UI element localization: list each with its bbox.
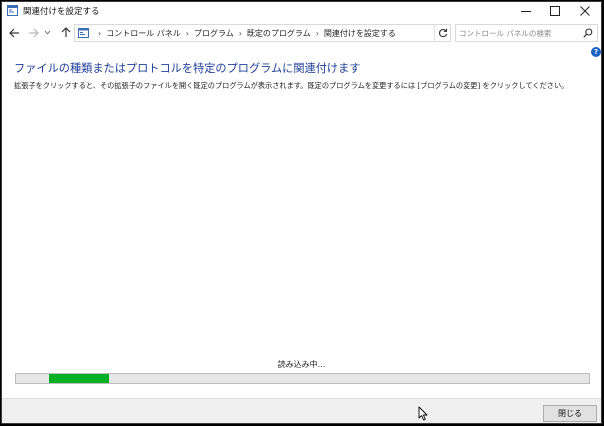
- window-title: 関連付けを設定する: [23, 7, 100, 17]
- recent-locations-button[interactable]: [43, 25, 52, 40]
- search-box[interactable]: [455, 24, 598, 42]
- loading-progress-bar: [15, 373, 590, 384]
- chevron-down-icon: [44, 30, 51, 35]
- progress-fill: [49, 374, 109, 383]
- footer-bar: 閉じる: [2, 398, 601, 423]
- navigation-bar: › コントロール パネル › プログラム › 既定のプログラム › 関連付けを設…: [2, 23, 601, 43]
- breadcrumb-item-control-panel[interactable]: コントロール パネル: [106, 28, 181, 39]
- breadcrumb-separator-icon: ›: [238, 28, 242, 38]
- title-bar[interactable]: 関連付けを設定する: [2, 2, 601, 20]
- breadcrumb-item-default-programs[interactable]: 既定のプログラム: [247, 28, 311, 39]
- minimize-icon: [521, 11, 531, 12]
- maximize-icon: [550, 6, 560, 16]
- breadcrumb-separator-icon: ›: [185, 28, 189, 38]
- page-description: 拡張子をクリックすると、その拡張子のファイルを開く既定のプログラムが表示されます…: [14, 81, 569, 90]
- page-heading: ファイルの種類またはプロトコルを特定のプログラムに関連付けます: [14, 62, 361, 75]
- breadcrumb-separator-icon: ›: [98, 28, 102, 38]
- breadcrumb: › コントロール パネル › プログラム › 既定のプログラム › 関連付けを設…: [93, 25, 396, 41]
- close-icon: [580, 6, 590, 16]
- breadcrumb-item-set-associations[interactable]: 関連付けを設定する: [324, 28, 396, 39]
- mouse-cursor-icon: [418, 406, 428, 421]
- refresh-button[interactable]: [434, 25, 450, 41]
- help-icon[interactable]: ?: [591, 47, 601, 57]
- search-input[interactable]: [459, 26, 577, 40]
- arrow-right-icon: [29, 28, 39, 37]
- loading-label: 読み込み中...: [277, 360, 326, 369]
- arrow-up-icon: [61, 27, 70, 37]
- control-panel-icon: [78, 28, 89, 38]
- address-bar[interactable]: › コントロール パネル › プログラム › 既定のプログラム › 関連付けを設…: [74, 24, 451, 42]
- search-icon[interactable]: [583, 28, 593, 38]
- arrow-left-icon: [9, 28, 19, 37]
- forward-button[interactable]: [26, 25, 41, 40]
- up-button[interactable]: [58, 25, 73, 40]
- minimize-button[interactable]: [511, 2, 541, 20]
- dialog-window: 関連付けを設定する › コントロール パネル › プログラム › 既定のプログラ…: [1, 1, 602, 424]
- maximize-button[interactable]: [540, 2, 570, 20]
- breadcrumb-separator-icon: ›: [315, 28, 319, 38]
- control-panel-app-icon: [7, 5, 18, 16]
- back-button[interactable]: [7, 25, 22, 40]
- breadcrumb-item-programs[interactable]: プログラム: [194, 28, 234, 39]
- close-window-button[interactable]: [570, 2, 600, 20]
- refresh-icon: [438, 28, 447, 38]
- close-button[interactable]: 閉じる: [543, 405, 597, 422]
